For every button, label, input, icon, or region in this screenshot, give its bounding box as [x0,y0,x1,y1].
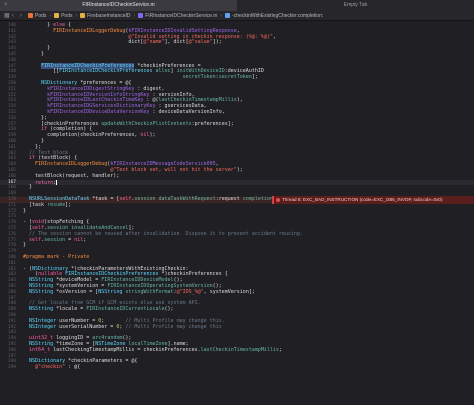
breadcrumb-method[interactable]: -checkinWithExistingCheckin:completion: [225,13,323,19]
error-message: Thread 8: EXC_BAD_INSTRUCTION (code=EXC_… [282,197,443,202]
jump-bar: ▦ ‹ › Pods › Pods › FirebaseInstanceID ›… [0,11,474,21]
tab-bar: × FIRInstanceIDCheckinService.m Empty Ta… [0,0,474,11]
close-tab-icon[interactable]: × [4,0,8,11]
text-cursor [56,179,58,185]
folder-icon [54,13,60,18]
breadcrumb-separator: › [220,12,223,19]
breadcrumb-project[interactable]: Pods [28,13,46,19]
folder-icon [80,13,86,18]
method-icon [225,13,231,18]
code-text: @"checkin" : @{ [35,364,81,371]
breadcrumb-file[interactable]: FIRInstanceIDCheckinService.m [138,13,217,19]
code-line[interactable]: 199 @"checkin" : @{ [0,364,474,371]
error-icon [276,198,280,202]
breadcrumb-separator: › [49,12,52,19]
related-items-icon[interactable]: ▦ [4,12,12,19]
runtime-error-banner[interactable]: Thread 8: EXC_BAD_INSTRUCTION (code=EXC_… [272,196,474,204]
code-editor[interactable]: 140 } else {141 FIRInstanceIDLoggerDebug… [0,21,474,405]
back-arrow-icon[interactable]: ‹ [12,13,20,19]
tab-label: FIRInstanceIDCheckinService.m [82,2,155,8]
breadcrumb-separator: › [133,12,136,19]
project-icon [28,13,33,18]
tab-empty[interactable]: Empty Tab [237,0,474,11]
breadcrumb-group[interactable]: Pods [54,13,72,19]
objc-file-icon [138,13,144,18]
line-number: 199 [7,365,16,371]
forward-arrow-icon[interactable]: › [20,13,28,19]
tab-label: Empty Tab [343,2,368,8]
breadcrumb-pod[interactable]: FirebaseInstanceID [80,13,131,19]
tab-checkin-service[interactable]: × FIRInstanceIDCheckinService.m [0,0,237,11]
breadcrumb-separator: › [75,12,78,19]
